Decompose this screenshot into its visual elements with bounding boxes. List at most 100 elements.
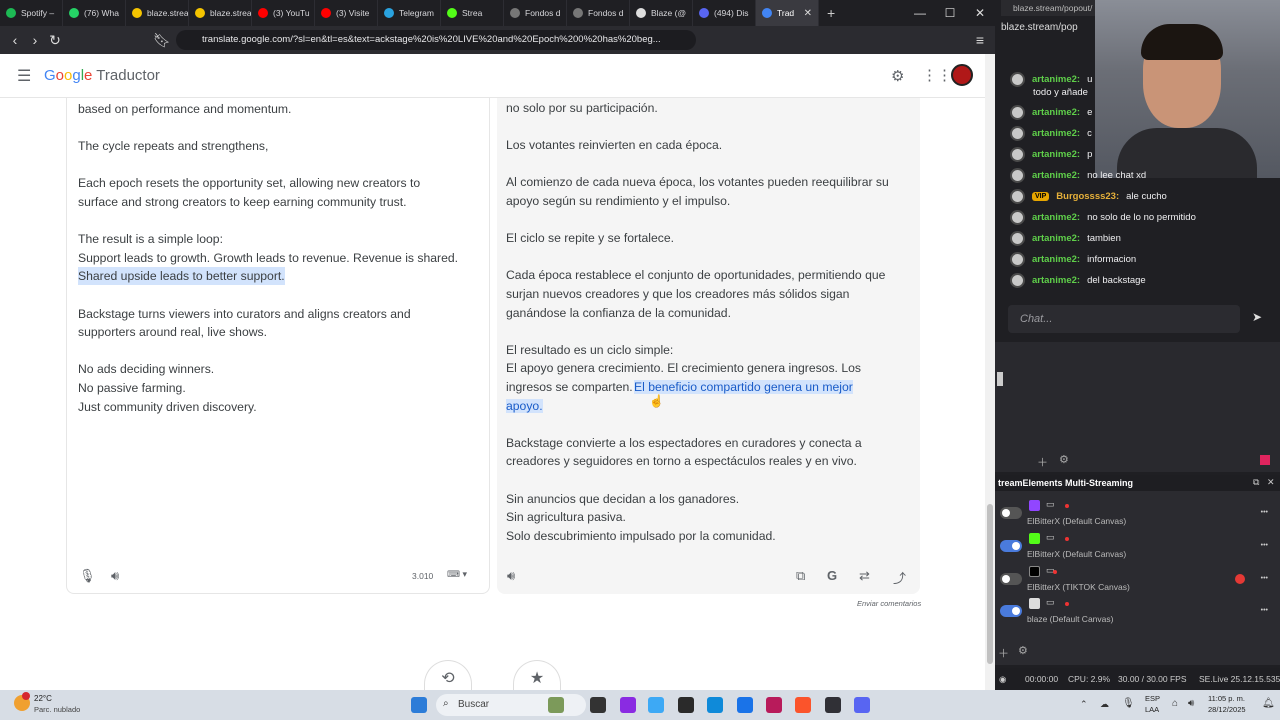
browser-tab[interactable]: (494) Dis xyxy=(693,0,756,26)
dock-scrollbar[interactable] xyxy=(997,372,1003,386)
tray-chevron-icon[interactable]: ⌃ xyxy=(1080,699,1088,710)
clock-date[interactable]: 28/12/2025 xyxy=(1208,705,1246,714)
chat-username[interactable]: artanime2: xyxy=(1032,233,1080,244)
translation-highlight-text: apoyo. xyxy=(506,398,543,413)
browser-tab[interactable]: Fondos d xyxy=(567,0,630,26)
obs-icon[interactable] xyxy=(825,697,841,713)
dock-gear-icon[interactable]: ⚙ xyxy=(1059,453,1069,466)
undock-icon[interactable]: ⧉ xyxy=(1253,477,1259,488)
output-toggle[interactable] xyxy=(1000,573,1022,585)
menu-icon[interactable]: ≡ xyxy=(970,32,990,48)
browser-tab[interactable]: (3) YouTu xyxy=(252,0,315,26)
discord-icon[interactable] xyxy=(854,697,870,713)
volume-icon[interactable]: 🔊︎ xyxy=(1188,698,1194,709)
weather-desc[interactable]: Parc. nublado xyxy=(34,705,80,714)
copilot-icon[interactable] xyxy=(648,697,664,713)
close-window-button[interactable]: ✕ xyxy=(965,0,995,26)
browser-tab[interactable]: Blaze (@ xyxy=(630,0,693,26)
page-scrollbar[interactable] xyxy=(985,54,995,690)
chat-username[interactable]: artanime2: xyxy=(1032,212,1080,223)
app-icon[interactable] xyxy=(678,697,694,713)
keyboard-layout[interactable]: LAA xyxy=(1145,705,1159,714)
chat-username[interactable]: artanime2: xyxy=(1032,128,1080,139)
send-feedback-link[interactable]: Enviar comentarios xyxy=(857,599,921,608)
new-tab-button[interactable]: + xyxy=(819,5,843,21)
cloud-icon[interactable]: ☁ xyxy=(1100,699,1109,710)
se-gear-icon[interactable]: ⚙ xyxy=(1018,644,1028,657)
app-icon[interactable] xyxy=(620,697,636,713)
mic-icon[interactable]: 🎙︎ xyxy=(79,568,96,584)
hamburger-menu-icon[interactable]: ☰ xyxy=(17,66,31,86)
tab-label: Trad xyxy=(777,8,795,18)
translation-highlight: El beneficio compartido genera un mejor xyxy=(634,378,853,396)
url-input[interactable]: translate.google.com/?sl=en&tl=es&text=a… xyxy=(176,30,696,50)
feedback-swap-icon[interactable]: ⇄ xyxy=(859,568,870,584)
chat-input[interactable]: Chat... xyxy=(1008,305,1240,333)
source-text-panel[interactable]: based on performance and momentum. The cy… xyxy=(66,98,490,594)
source-text-line: Each epoch resets the opportunity set, a… xyxy=(78,176,421,191)
close-dock-icon[interactable]: ✕ xyxy=(1267,477,1275,488)
more-options-icon[interactable]: ••• xyxy=(1261,509,1268,516)
warning-icon[interactable] xyxy=(1235,574,1245,584)
add-output-icon[interactable]: ＋ xyxy=(998,645,1009,661)
back-icon[interactable]: ‹ xyxy=(5,32,25,48)
browser-tab[interactable]: Telegram xyxy=(378,0,441,26)
brave-icon[interactable] xyxy=(795,697,811,713)
scrollbar-thumb[interactable] xyxy=(987,504,993,664)
chat-username[interactable]: artanime2: xyxy=(1032,275,1080,286)
browser-tab[interactable]: Spotify – xyxy=(0,0,63,26)
tab-label: (76) Wha xyxy=(84,8,119,18)
minimize-button[interactable]: — xyxy=(905,0,935,26)
browser-tab[interactable]: (76) Wha xyxy=(63,0,126,26)
edge-icon[interactable] xyxy=(707,697,723,713)
more-options-icon[interactable]: ••• xyxy=(1261,542,1268,549)
bookmark-icon[interactable]: 🔖︎ xyxy=(152,32,172,49)
app-icon[interactable] xyxy=(766,697,782,713)
weather-temp[interactable]: 22°C xyxy=(34,694,52,703)
output-toggle[interactable] xyxy=(1000,540,1022,552)
speaker-icon[interactable]: 🔊︎ xyxy=(507,568,515,584)
more-options-icon[interactable]: ••• xyxy=(1261,607,1268,614)
chat-username[interactable]: artanime2: xyxy=(1032,149,1080,160)
chat-username[interactable]: artanime2: xyxy=(1032,254,1080,265)
speaker-icon[interactable]: 🔊︎ xyxy=(111,568,119,584)
app-icon[interactable] xyxy=(737,697,753,713)
send-icon[interactable]: ➤ xyxy=(1252,310,1262,324)
share-icon[interactable]: ⤴ xyxy=(893,568,906,587)
maximize-button[interactable]: ☐ xyxy=(935,0,965,26)
output-toggle[interactable] xyxy=(1000,507,1022,519)
output-toggle[interactable] xyxy=(1000,605,1022,617)
windows-start-icon[interactable] xyxy=(411,697,427,713)
settings-gear-icon[interactable]: ⚙ xyxy=(891,67,904,85)
chat-username[interactable]: artanime2: xyxy=(1032,170,1080,181)
google-translate-logo[interactable]: Google Traductor xyxy=(44,67,160,84)
live-status-dot xyxy=(1065,504,1069,508)
mic-icon[interactable]: 🎙︎ xyxy=(1122,698,1135,709)
network-icon[interactable]: ⌂ xyxy=(1172,698,1178,709)
language-indicator[interactable]: ESP xyxy=(1145,694,1160,703)
clock-time[interactable]: 11:05 p. m. xyxy=(1208,694,1245,703)
add-icon[interactable]: ＋ xyxy=(1037,454,1048,470)
apps-grid-icon[interactable]: ⋮⋮ xyxy=(922,66,952,84)
task-view-icon[interactable] xyxy=(590,697,606,713)
output-label: ElBitterX (Default Canvas) xyxy=(1027,549,1127,559)
reload-icon[interactable]: ↻ xyxy=(45,32,65,49)
browser-tab[interactable]: Strea xyxy=(441,0,504,26)
keyboard-icon[interactable]: ⌨ ▾ xyxy=(447,569,467,580)
chat-username[interactable]: artanime2: xyxy=(1032,107,1080,118)
account-avatar[interactable] xyxy=(951,64,973,86)
browser-tab[interactable]: Trad ✕ xyxy=(756,0,819,26)
widget-app-icon[interactable] xyxy=(548,697,564,713)
browser-tab[interactable]: Fondos d xyxy=(504,0,567,26)
browser-tab[interactable]: (3) Visite xyxy=(315,0,378,26)
browser-tab[interactable]: blaze.strea xyxy=(126,0,189,26)
close-tab-icon[interactable]: ✕ xyxy=(804,8,812,19)
copy-icon[interactable]: ⧉ xyxy=(796,568,805,584)
forward-icon[interactable]: › xyxy=(25,32,45,48)
notifications-bell-icon[interactable]: 🔔︎ xyxy=(1262,698,1275,709)
chat-username[interactable]: Burgossss23: xyxy=(1056,191,1119,202)
more-options-icon[interactable]: ••• xyxy=(1261,575,1268,582)
google-lens-icon[interactable]: G xyxy=(827,568,837,583)
tab-label: Strea xyxy=(462,8,483,18)
browser-tab[interactable]: blaze.strea xyxy=(189,0,252,26)
